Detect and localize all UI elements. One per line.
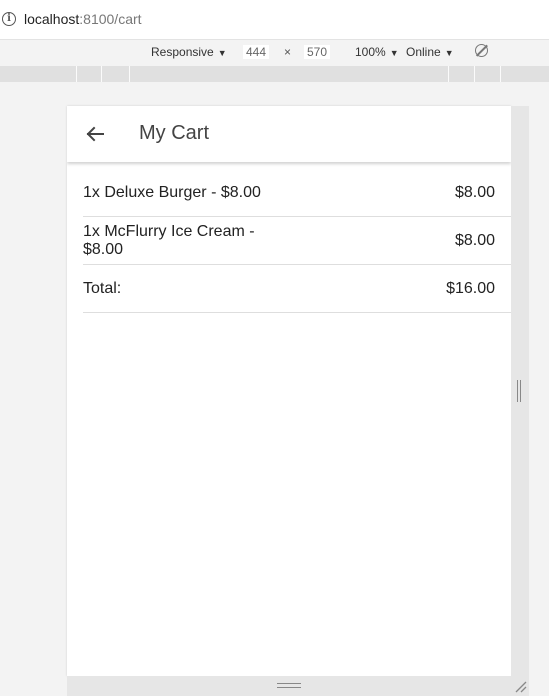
device-select-label: Responsive bbox=[151, 45, 214, 59]
network-select[interactable]: Online ▼ bbox=[406, 45, 454, 59]
total-label: Total: bbox=[83, 280, 122, 297]
rotate-icon[interactable] bbox=[475, 44, 488, 57]
ruler-divider bbox=[129, 66, 130, 82]
grip-icon bbox=[517, 380, 521, 402]
app-header: My Cart bbox=[67, 106, 511, 162]
url-path: :8100/cart bbox=[79, 11, 142, 27]
chevron-down-icon: ▼ bbox=[389, 48, 399, 58]
ruler-divider bbox=[101, 66, 102, 82]
device-viewport: My Cart 1x Deluxe Burger - $8.00 $8.00 1… bbox=[67, 106, 511, 676]
url-text[interactable]: localhost:8100/cart bbox=[24, 11, 142, 27]
page-title: My Cart bbox=[139, 122, 209, 144]
width-input[interactable]: 444 bbox=[243, 45, 270, 59]
zoom-select-label: 100% bbox=[355, 45, 386, 59]
cart-list: 1x Deluxe Burger - $8.00 $8.00 1x McFlur… bbox=[83, 169, 511, 313]
total-value: $16.00 bbox=[446, 280, 495, 297]
bottom-resize-handle[interactable] bbox=[67, 676, 511, 696]
ruler-divider bbox=[448, 66, 449, 82]
right-resize-handle[interactable] bbox=[511, 106, 529, 696]
cart-item-name: 1x Deluxe Burger - $8.00 bbox=[83, 184, 261, 201]
device-select[interactable]: Responsive ▼ bbox=[151, 45, 227, 59]
corner-resize-icon[interactable] bbox=[512, 678, 528, 694]
device-toolbar: Responsive ▼ 444 × 570 100% ▼ Online ▼ bbox=[0, 40, 549, 66]
cart-item-price: $8.00 bbox=[454, 184, 495, 201]
ruler-divider bbox=[474, 66, 475, 82]
dimension-separator: × bbox=[284, 45, 292, 59]
cart-item[interactable]: 1x Deluxe Burger - $8.00 $8.00 bbox=[83, 169, 511, 217]
cart-item-price: $8.00 bbox=[454, 232, 495, 249]
cart-total-row: Total: $16.00 bbox=[83, 265, 511, 313]
cart-item[interactable]: 1x McFlurry Ice Cream - $8.00 $8.00 bbox=[83, 217, 511, 265]
zoom-select[interactable]: 100% ▼ bbox=[355, 45, 399, 59]
ruler-divider bbox=[500, 66, 501, 82]
browser-address-bar[interactable]: i localhost:8100/cart bbox=[0, 0, 549, 40]
info-icon[interactable]: i bbox=[2, 12, 16, 26]
back-arrow-icon[interactable] bbox=[85, 124, 105, 144]
chevron-down-icon: ▼ bbox=[444, 48, 454, 58]
cart-item-name: 1x McFlurry Ice Cream - $8.00 bbox=[83, 223, 255, 258]
height-input[interactable]: 570 bbox=[304, 45, 331, 59]
network-select-label: Online bbox=[406, 45, 441, 59]
grip-icon bbox=[277, 683, 301, 688]
media-query-ruler[interactable] bbox=[0, 66, 549, 82]
url-host: localhost bbox=[24, 11, 80, 27]
ruler-divider bbox=[76, 66, 77, 82]
chevron-down-icon: ▼ bbox=[217, 48, 227, 58]
